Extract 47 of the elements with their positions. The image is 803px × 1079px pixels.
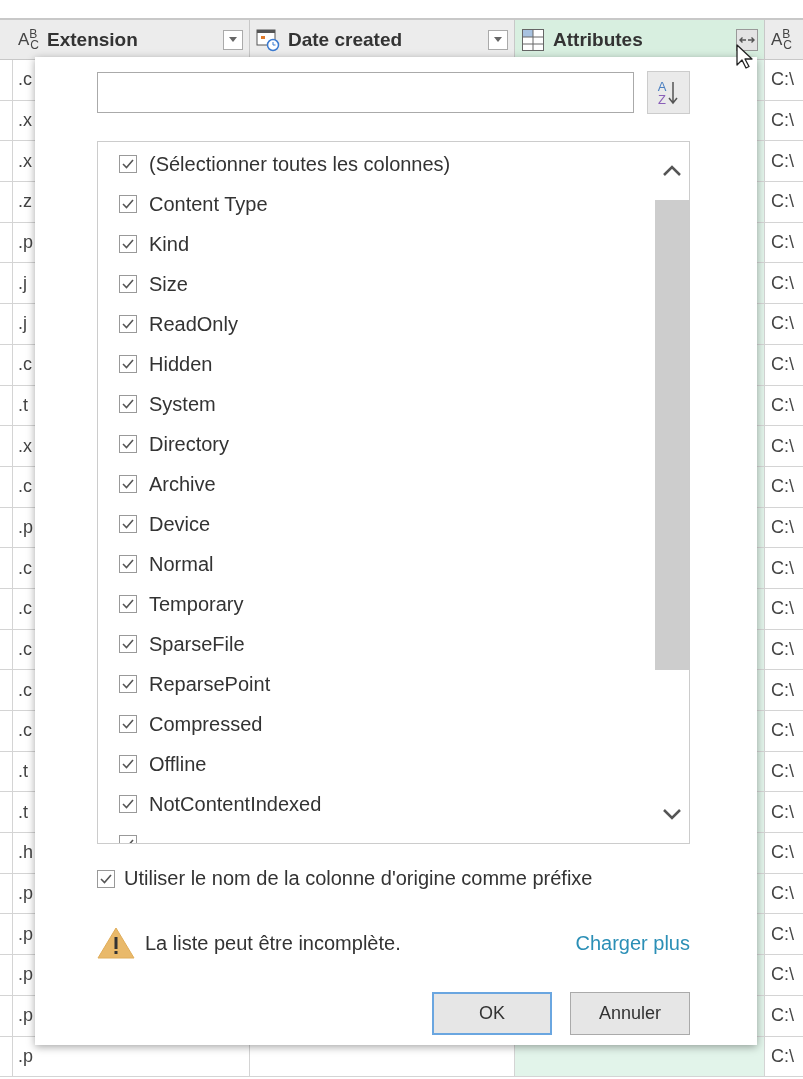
sort-button[interactable]: A Z xyxy=(647,71,690,114)
table-cell: C:\ xyxy=(765,629,803,671)
table-cell: C:\ xyxy=(765,100,803,142)
column-option-label: ReadOnly xyxy=(149,312,238,336)
load-more-link[interactable]: Charger plus xyxy=(575,931,690,955)
table-cell: C:\ xyxy=(765,60,803,101)
column-option-label: Offline xyxy=(149,752,207,776)
column-header[interactable]: Date created xyxy=(250,20,515,60)
column-title: Attributes xyxy=(553,28,644,51)
table-cell: C:\ xyxy=(765,466,803,508)
table-cell: C:\ xyxy=(765,141,803,183)
column-option-label: Size xyxy=(149,272,188,296)
table-cell: C:\ xyxy=(765,385,803,427)
dialog-button[interactable]: OK xyxy=(432,992,552,1035)
column-option-label: Temporary xyxy=(149,592,244,616)
column-option-label: Kind xyxy=(149,232,190,256)
column-option-label: Archive xyxy=(149,472,216,496)
column-option-label: SparseFile xyxy=(149,632,245,656)
table-cell: C:\ xyxy=(765,588,803,630)
dialog-button[interactable]: Annuler xyxy=(570,992,690,1035)
column-header[interactable]: A$^{B}$$_{C}$ Extension xyxy=(12,20,250,60)
table-cell: C:\ xyxy=(765,304,803,345)
table-cell: C:\ xyxy=(765,751,803,793)
column-option-label: Normal xyxy=(149,552,214,576)
table-cell: C:\ xyxy=(765,182,803,223)
table-cell: C:\ xyxy=(765,873,803,915)
table-cell: C:\ xyxy=(765,670,803,711)
table-cell: C:\ xyxy=(765,914,803,956)
table-cell: C:\ xyxy=(765,792,803,834)
column-option-label: System xyxy=(149,392,216,416)
table-cell: C:\ xyxy=(765,711,803,752)
column-header[interactable]: Attributes xyxy=(515,20,765,60)
table-cell: C:\ xyxy=(765,995,803,1037)
table-cell: C:\ xyxy=(765,548,803,589)
column-title: Date created xyxy=(288,28,404,51)
table-cell: C:\ xyxy=(765,833,803,874)
table-cell: C:\ xyxy=(765,263,803,305)
table-cell: C:\ xyxy=(765,1036,803,1078)
table-cell: C:\ xyxy=(765,507,803,549)
table-cell: C:\ xyxy=(765,426,803,467)
column-option-label: Hidden xyxy=(149,352,213,376)
column-option-label: Device xyxy=(149,512,211,536)
table-cell: C:\ xyxy=(765,955,803,996)
table-cell: C:\ xyxy=(765,222,803,264)
table-cell: C:\ xyxy=(765,344,803,386)
column-option-label: Directory xyxy=(149,432,229,456)
column-title: Extension xyxy=(47,28,139,51)
